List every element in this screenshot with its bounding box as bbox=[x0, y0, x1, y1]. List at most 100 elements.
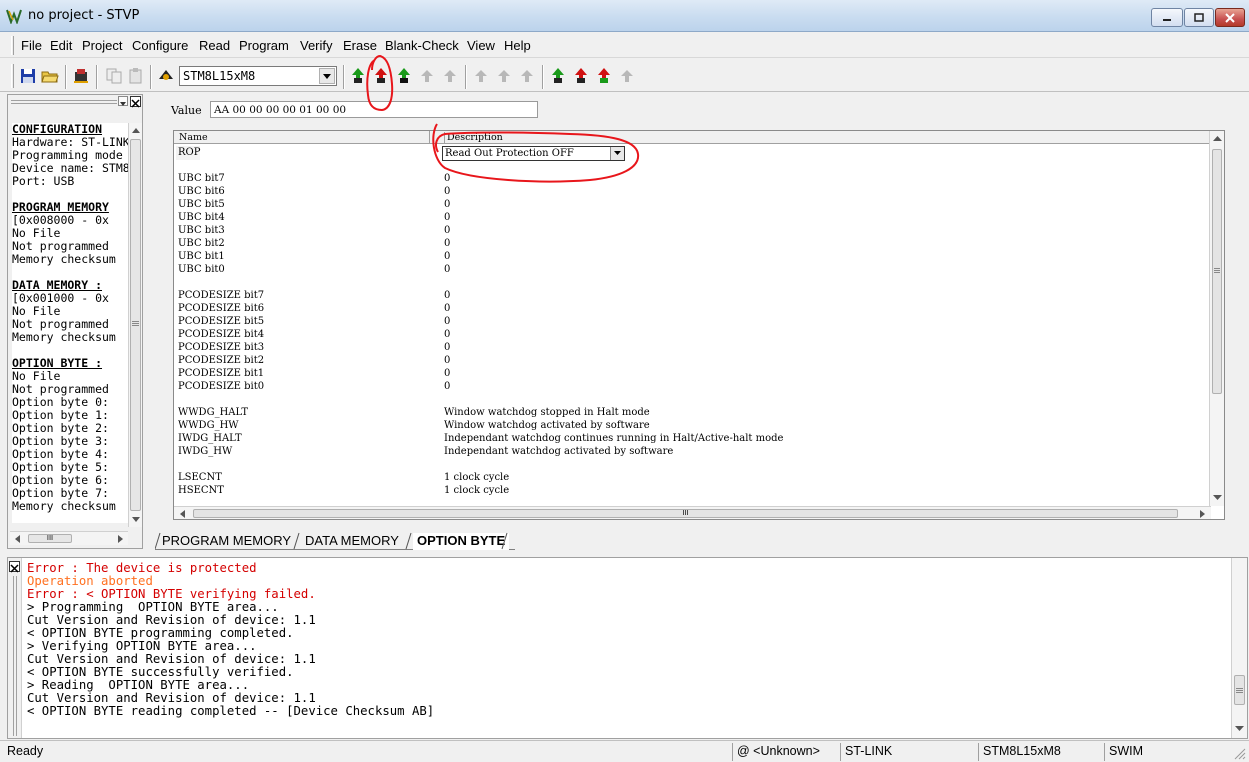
scroll-down-icon[interactable] bbox=[1211, 491, 1224, 503]
menu-view[interactable]: View bbox=[467, 38, 495, 53]
log-vertical-scrollbar[interactable] bbox=[1231, 558, 1247, 738]
option-description-cell[interactable]: 0 bbox=[444, 303, 450, 314]
option-description-cell[interactable]: 0 bbox=[444, 355, 450, 366]
menu-edit[interactable]: Edit bbox=[50, 38, 72, 53]
log-vscroll-thumb[interactable] bbox=[1234, 675, 1245, 705]
option-description-cell[interactable]: 1 clock cycle bbox=[444, 485, 509, 496]
open-folder-icon[interactable] bbox=[41, 67, 59, 85]
option-name-cell[interactable]: PCODESIZE bit3 bbox=[178, 342, 264, 353]
scroll-right-icon[interactable] bbox=[1196, 508, 1208, 520]
option-name-cell[interactable]: WWDG_HALT bbox=[178, 407, 248, 418]
option-description-cell[interactable]: Window watchdog activated by software bbox=[444, 420, 650, 431]
rop-dropdown-arrow[interactable] bbox=[610, 147, 624, 160]
log-panel-handle[interactable] bbox=[8, 558, 22, 738]
panel-pin-button[interactable] bbox=[118, 96, 128, 106]
scroll-left-icon[interactable] bbox=[12, 533, 24, 545]
left-vertical-scrollbar[interactable] bbox=[128, 123, 142, 527]
read-current-tab-icon[interactable] bbox=[349, 67, 367, 85]
scroll-up-icon[interactable] bbox=[130, 125, 142, 137]
column-divider[interactable] bbox=[429, 131, 430, 144]
log-close-button[interactable] bbox=[9, 561, 20, 573]
option-description-cell[interactable]: 0 bbox=[444, 329, 450, 340]
option-name-cell[interactable]: UBC bit5 bbox=[178, 199, 225, 210]
left-vscroll-thumb[interactable] bbox=[130, 139, 141, 511]
paste-icon[interactable] bbox=[127, 67, 145, 85]
menu-read[interactable]: Read bbox=[199, 38, 230, 53]
menu-erase[interactable]: Erase bbox=[343, 38, 377, 53]
option-description-cell[interactable]: 0 bbox=[444, 316, 450, 327]
device-dropdown-arrow[interactable] bbox=[319, 68, 335, 84]
minimize-button[interactable] bbox=[1151, 8, 1183, 27]
left-horizontal-scrollbar[interactable]: III bbox=[10, 531, 128, 545]
blank-check-all-icon[interactable] bbox=[572, 67, 590, 85]
option-description-cell[interactable]: 0 bbox=[444, 290, 450, 301]
option-description-cell[interactable]: Independant watchdog continues running i… bbox=[444, 433, 783, 444]
option-name-cell[interactable]: WWDG_HW bbox=[178, 420, 239, 431]
left-hscroll-thumb[interactable]: III bbox=[28, 534, 72, 543]
option-description-cell[interactable]: 0 bbox=[444, 381, 450, 392]
blank-check-current-icon[interactable] bbox=[549, 67, 567, 85]
option-name-cell[interactable]: PCODESIZE bit5 bbox=[178, 316, 264, 327]
option-description-cell[interactable]: 0 bbox=[444, 173, 450, 184]
verify-all-tabs-icon[interactable] bbox=[472, 67, 490, 85]
read-all-tabs-icon[interactable] bbox=[372, 67, 390, 85]
column-header-name[interactable]: Name bbox=[179, 132, 208, 143]
save-icon[interactable] bbox=[19, 67, 37, 85]
grid-vscroll-thumb[interactable] bbox=[1212, 149, 1222, 394]
option-name-cell[interactable]: PCODESIZE bit6 bbox=[178, 303, 264, 314]
menu-grip[interactable] bbox=[11, 36, 14, 55]
option-name-cell[interactable]: UBC bit2 bbox=[178, 238, 225, 249]
menu-file[interactable]: File bbox=[21, 38, 42, 53]
option-name-cell[interactable]: PCODESIZE bit4 bbox=[178, 329, 264, 340]
scroll-right-icon[interactable] bbox=[114, 533, 126, 545]
value-field[interactable]: AA 00 00 00 00 01 00 00 bbox=[210, 101, 538, 118]
option-description-cell[interactable]: 1 clock cycle bbox=[444, 472, 509, 483]
option-description-cell[interactable]: 0 bbox=[444, 186, 450, 197]
close-button[interactable] bbox=[1215, 8, 1245, 27]
option-name-cell[interactable]: UBC bit6 bbox=[178, 186, 225, 197]
checksum-icon[interactable] bbox=[618, 67, 636, 85]
option-name-cell[interactable]: UBC bit1 bbox=[178, 251, 225, 262]
chip-settings-icon[interactable] bbox=[72, 67, 90, 85]
menu-verify[interactable]: Verify bbox=[300, 38, 333, 53]
menu-project[interactable]: Project bbox=[82, 38, 122, 53]
option-description-cell[interactable]: 0 bbox=[444, 238, 450, 249]
option-name-cell[interactable]: PCODESIZE bit2 bbox=[178, 355, 264, 366]
option-description-cell[interactable]: 0 bbox=[444, 225, 450, 236]
resize-grip-icon[interactable] bbox=[1232, 746, 1246, 760]
rop-dropdown[interactable]: Read Out Protection OFF bbox=[442, 146, 625, 161]
option-description-cell[interactable]: 0 bbox=[444, 199, 450, 210]
option-description-cell[interactable]: 0 bbox=[444, 264, 450, 275]
erase-current-tab-icon[interactable] bbox=[495, 67, 513, 85]
panel-close-button[interactable] bbox=[130, 96, 141, 108]
option-name-cell[interactable]: UBC bit7 bbox=[178, 173, 225, 184]
maximize-button[interactable] bbox=[1184, 8, 1214, 27]
copy-icon[interactable] bbox=[105, 67, 123, 85]
option-description-cell[interactable]: 0 bbox=[444, 368, 450, 379]
scroll-down-icon[interactable] bbox=[130, 513, 142, 525]
option-description-cell[interactable]: Independant watchdog activated by softwa… bbox=[444, 446, 673, 457]
menu-help[interactable]: Help bbox=[504, 38, 531, 53]
device-dropdown[interactable]: STM8L15xM8 bbox=[179, 66, 337, 86]
program-current-tab-icon[interactable] bbox=[395, 67, 413, 85]
option-name-cell[interactable]: IWDG_HW bbox=[178, 446, 232, 457]
option-description-cell[interactable]: 0 bbox=[444, 251, 450, 262]
toolbar-grip[interactable] bbox=[11, 64, 14, 88]
scroll-up-icon[interactable] bbox=[1211, 133, 1224, 145]
grid-horizontal-scrollbar[interactable]: III bbox=[174, 506, 1211, 520]
menu-blank-check[interactable]: Blank-Check bbox=[385, 38, 459, 53]
option-name-cell[interactable]: UBC bit3 bbox=[178, 225, 225, 236]
menu-configure[interactable]: Configure bbox=[132, 38, 188, 53]
rop-name[interactable]: ROP bbox=[178, 147, 200, 158]
option-description-cell[interactable]: 0 bbox=[444, 212, 450, 223]
verify-current-tab-icon[interactable] bbox=[441, 67, 459, 85]
menu-program[interactable]: Program bbox=[239, 38, 289, 53]
grid-hscroll-thumb[interactable]: III bbox=[193, 509, 1178, 518]
scroll-left-icon[interactable] bbox=[177, 508, 189, 520]
program-all-tabs-icon[interactable] bbox=[418, 67, 436, 85]
option-name-cell[interactable]: PCODESIZE bit1 bbox=[178, 368, 264, 379]
option-name-cell[interactable]: IWDG_HALT bbox=[178, 433, 242, 444]
option-name-cell[interactable]: PCODESIZE bit0 bbox=[178, 381, 264, 392]
option-description-cell[interactable]: 0 bbox=[444, 342, 450, 353]
option-name-cell[interactable]: PCODESIZE bit7 bbox=[178, 290, 264, 301]
